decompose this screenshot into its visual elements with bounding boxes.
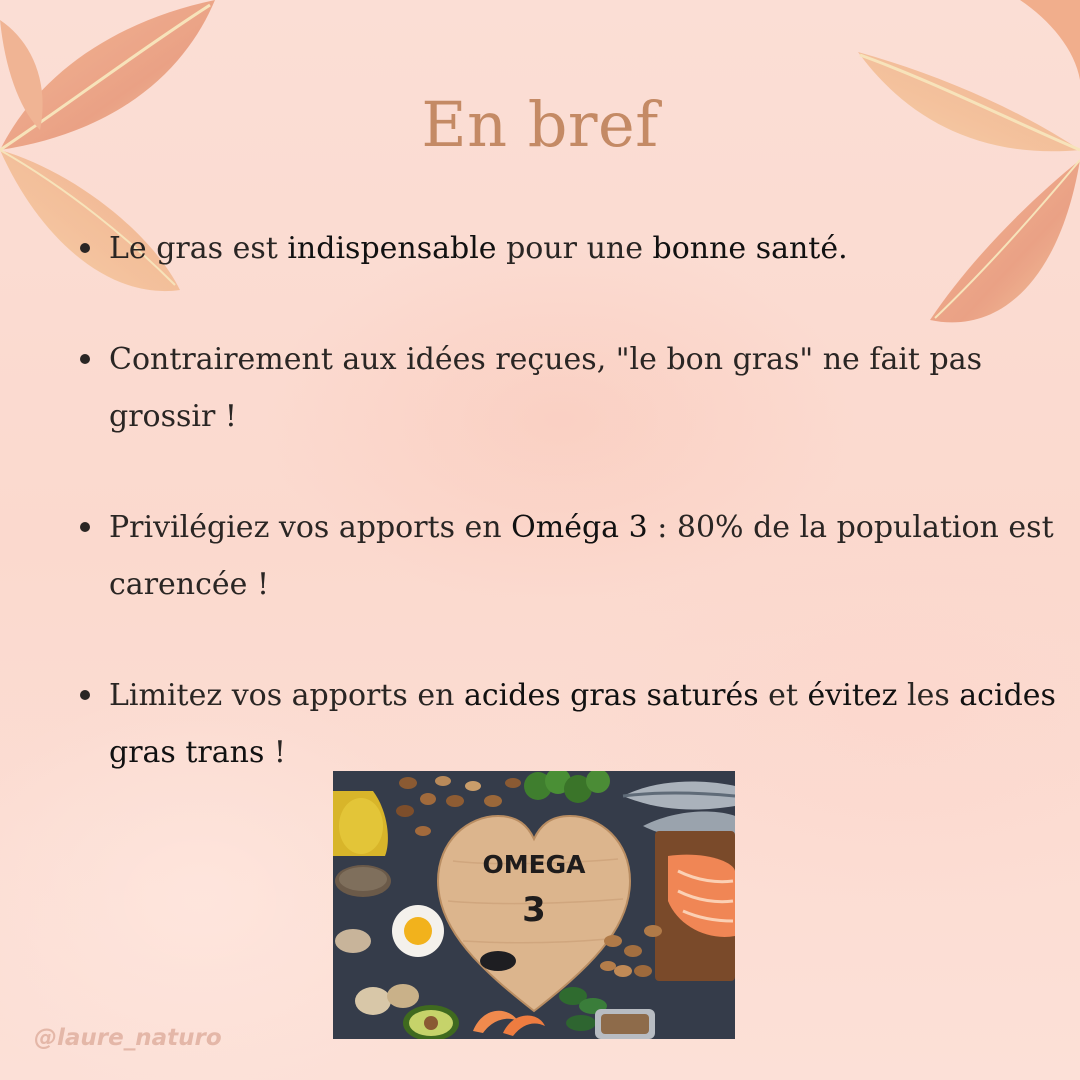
summary-list: Le gras est indispensable pour une bonne… xyxy=(80,220,1070,781)
bullet-dot xyxy=(80,690,90,700)
bullet-dot xyxy=(80,243,90,253)
text-run: Privilégiez vos apports en xyxy=(109,510,512,545)
text-run: les xyxy=(897,678,960,713)
text-run-emphasis: évitez xyxy=(807,678,898,713)
text-run-emphasis: acides gras saturés xyxy=(463,678,759,713)
text-run-emphasis: Oméga 3 xyxy=(511,510,648,545)
text-run: Le gras est xyxy=(109,231,288,266)
text-run: et xyxy=(758,678,808,713)
text-run: Contrairement aux idées reçues, "le bon … xyxy=(109,342,983,434)
text-run: ! xyxy=(264,735,286,770)
instagram-handle: @laure_naturo xyxy=(34,1025,222,1051)
bullet-dot xyxy=(80,522,90,532)
page-title: En bref xyxy=(421,88,659,161)
chia-seeds xyxy=(480,951,516,971)
list-item: Privilégiez vos apports en Oméga 3 : 80%… xyxy=(80,499,1070,613)
bullet-dot xyxy=(80,354,90,364)
heart-three-text: 3 xyxy=(522,890,546,930)
text-run-emphasis: indispensable xyxy=(287,231,497,266)
text-run-emphasis: bonne santé. xyxy=(652,231,848,266)
heart-omega-text: OMEGA xyxy=(482,850,586,879)
list-item: Limitez vos apports en acides gras satur… xyxy=(80,667,1070,781)
text-run: Limitez vos apports en xyxy=(109,678,464,713)
egg-yolk-bowl xyxy=(392,905,444,957)
list-item: Contrairement aux idées reçues, "le bon … xyxy=(80,331,1070,445)
text-run: pour une xyxy=(496,231,653,266)
sardine-tin xyxy=(595,1009,655,1039)
list-item: Le gras est indispensable pour une bonne… xyxy=(80,220,1070,277)
omega3-food-photo: OMEGA 3 xyxy=(333,771,735,1039)
